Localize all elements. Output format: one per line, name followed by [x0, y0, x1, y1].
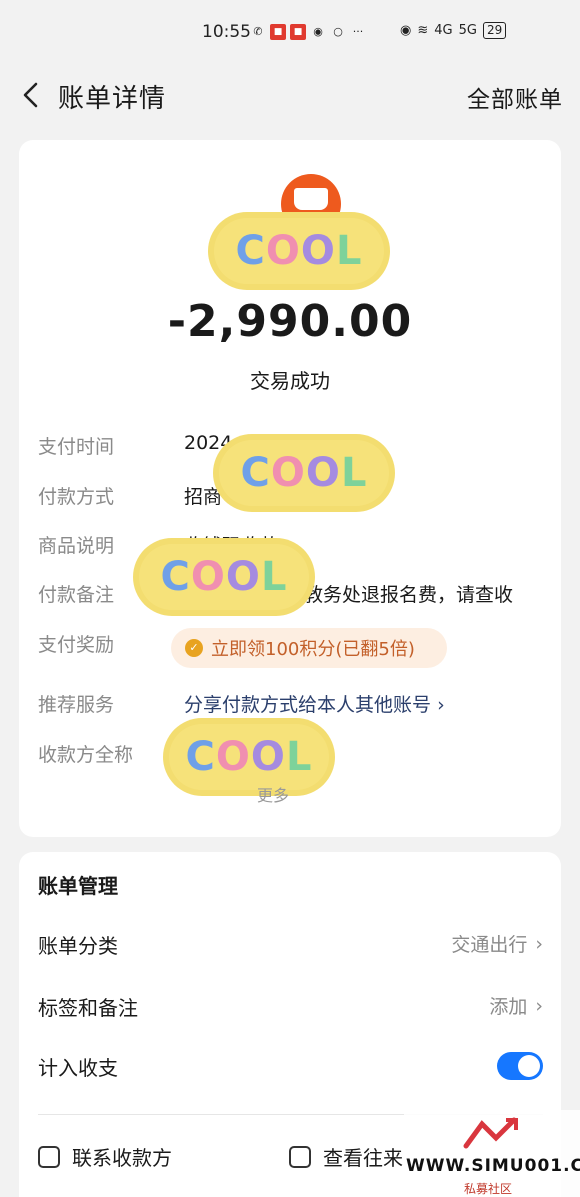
all-bills-link[interactable]: 全部账单	[467, 80, 563, 114]
missed-call-icon: ✆	[253, 25, 263, 38]
signal-icon: 4G	[434, 23, 453, 38]
chevron-right-icon: ›	[437, 694, 445, 716]
wifi-icon: ≋	[417, 23, 429, 38]
cool-sticker: COOL	[219, 440, 389, 506]
include-income-row: 计入收支	[38, 1052, 543, 1082]
reward-coin-icon: ✓	[185, 639, 203, 657]
app-notification-icon: ■	[290, 24, 306, 40]
watermark: WWW.SIMU001.CN 私募社区	[404, 1110, 580, 1197]
eye-icon: ◉	[400, 23, 412, 38]
bill-category-row[interactable]: 账单分类 交通出行 ›	[38, 930, 543, 960]
document-search-icon	[289, 1145, 311, 1168]
status-bar: 10:55 ✆ ■ ■ ◉ ○ ··· ◉ ≋ 4G 5G 29	[0, 0, 580, 62]
bill-card: COOL -2,990.00 交易成功 支付时间 2024- 付款方式 招商 商…	[19, 140, 561, 837]
phone-icon	[38, 1145, 60, 1168]
back-icon[interactable]	[18, 80, 46, 110]
system-icons: ◉ ≋ 4G 5G 29	[400, 22, 507, 39]
reward-text: 立即领100积分(已翻5倍)	[211, 639, 415, 660]
cool-sticker: COOL	[214, 218, 384, 284]
watermark-logo-icon	[463, 1117, 518, 1149]
watermark-sub: 私募社区	[464, 1182, 513, 1196]
detail-label: 支付时间	[38, 436, 115, 458]
detail-label: 收款方全称	[38, 744, 134, 766]
page-title: 账单详情	[58, 84, 167, 114]
recommend-service-link[interactable]: 分享付款方式给本人其他账号 ›	[184, 690, 445, 717]
detail-value: 教务处退报名费，请查收	[304, 584, 514, 606]
reward-pill[interactable]: ✓ 立即领100积分(已翻5倍)	[171, 628, 447, 668]
transaction-status: 交易成功	[250, 369, 330, 393]
chevron-right-icon: ›	[535, 932, 543, 955]
view-history-button[interactable]: 查看往来	[289, 1142, 403, 1171]
tag-note-row[interactable]: 标签和备注 添加 ›	[38, 992, 543, 1022]
notification-icons: ✆ ■ ■ ◉ ○ ···	[250, 24, 366, 40]
more-link[interactable]: 更多	[257, 782, 289, 806]
chat-icon: ○	[333, 25, 343, 38]
cool-sticker: COOL	[169, 724, 329, 790]
signal-icon: 5G	[458, 23, 477, 38]
cool-sticker: COOL	[139, 544, 309, 610]
detail-label: 付款方式	[38, 486, 115, 508]
app-notification-icon: ◉	[313, 25, 323, 38]
status-time: 10:55	[202, 22, 251, 42]
battery-icon: 29	[482, 22, 507, 39]
contact-payee-button[interactable]: 联系收款方	[38, 1142, 172, 1171]
detail-label: 支付奖励	[38, 634, 115, 656]
detail-value: 招商	[184, 486, 223, 508]
include-toggle[interactable]	[497, 1052, 543, 1080]
detail-label: 推荐服务	[38, 694, 115, 716]
section-title: 账单管理	[38, 874, 118, 898]
more-notifications-icon: ···	[352, 25, 364, 38]
app-notification-icon: ■	[270, 24, 286, 40]
bill-amount: -2,990.00	[167, 296, 413, 347]
watermark-url: WWW.SIMU001.CN	[406, 1156, 580, 1176]
nav-bar: 账单详情 全部账单	[0, 62, 580, 128]
chevron-right-icon: ›	[535, 994, 543, 1017]
